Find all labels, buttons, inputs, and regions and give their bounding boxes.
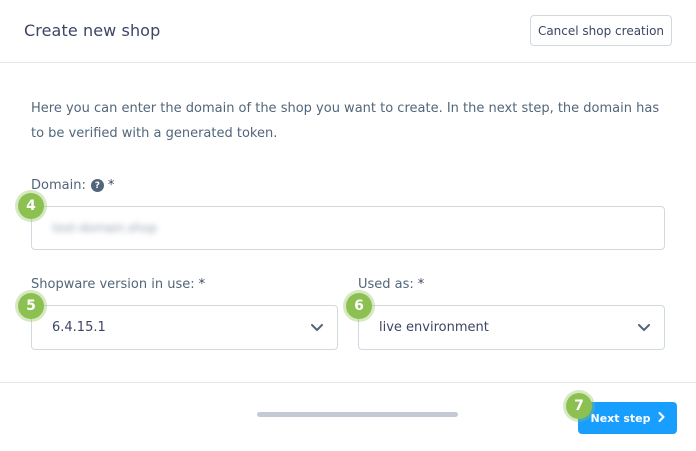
chevron-right-icon [658,411,665,425]
domain-label: Domain: ? * [31,178,114,193]
domain-label-text: Domain: [31,178,86,193]
required-mark: * [417,277,425,292]
intro-text: Here you can enter the domain of the sho… [31,101,660,141]
used-as-selected-value: live environment [379,320,489,335]
used-as-label-text: Used as: [358,277,414,292]
modal-header: Create new shop Cancel shop creation [0,0,696,63]
cancel-shop-creation-button[interactable]: Cancel shop creation [530,15,672,46]
required-mark: * [198,277,206,292]
version-label-text: Shopware version in use: [31,277,195,292]
chevron-down-icon [311,321,323,335]
step-marker-7: 7 [566,393,592,419]
step-marker-5: 5 [18,293,44,319]
footer-divider [0,382,696,383]
horizontal-scrollbar[interactable] [257,412,458,417]
page-title: Create new shop [24,21,161,40]
version-label: Shopware version in use: * [31,277,205,292]
version-select[interactable]: 6.4.15.1 [31,305,338,350]
step-marker-6: 6 [346,293,372,319]
version-selected-value: 6.4.15.1 [52,320,106,335]
required-mark: * [107,178,115,193]
domain-value: test-domain.shop [52,221,157,235]
domain-input[interactable]: test-domain.shop [31,206,665,250]
next-step-button[interactable]: Next step [578,402,677,434]
chevron-down-icon [638,321,650,335]
step-marker-4: 4 [18,193,44,219]
next-step-label: Next step [590,411,651,425]
help-icon[interactable]: ? [90,179,104,192]
used-as-select[interactable]: live environment [358,305,665,350]
used-as-label: Used as: * [358,277,424,292]
